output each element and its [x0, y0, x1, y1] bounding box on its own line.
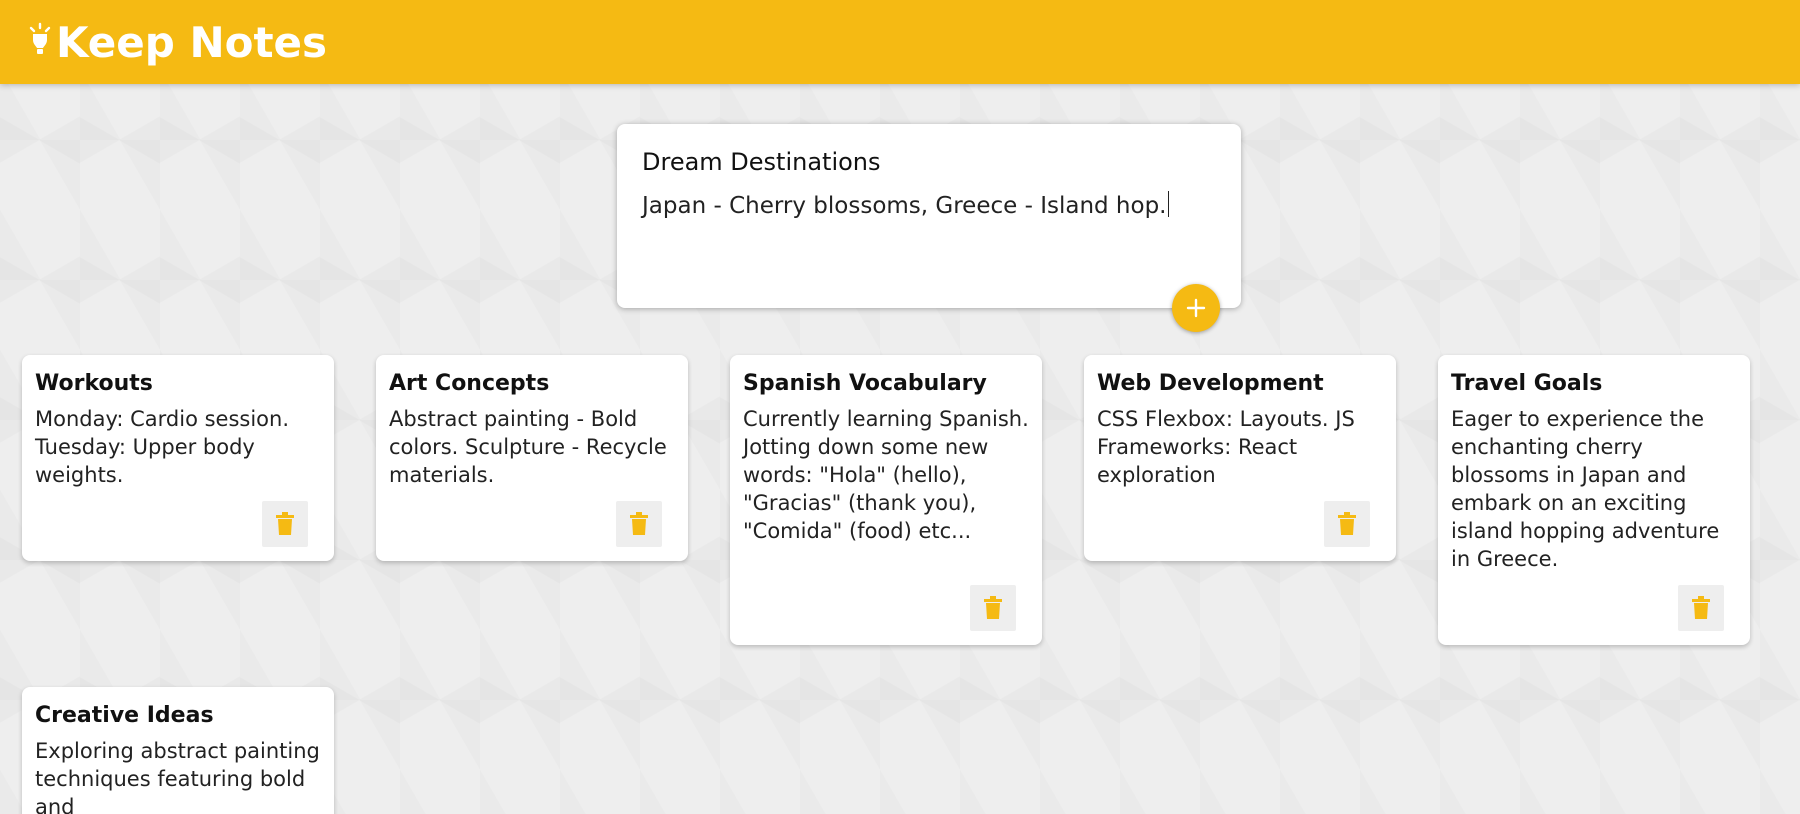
trash-icon	[275, 512, 295, 536]
note-title: Travel Goals	[1451, 371, 1603, 396]
note-title: Web Development	[1097, 371, 1324, 396]
note-content-text: Japan - Cherry blossoms, Greece - Island…	[642, 193, 1167, 219]
note-card: Travel Goals Eager to experience the enc…	[1438, 355, 1750, 645]
note-card: Workouts Monday: Cardio session. Tuesday…	[22, 355, 334, 561]
note-card: Spanish Vocabulary Currently learning Sp…	[730, 355, 1042, 645]
trash-icon	[1337, 512, 1357, 536]
trash-icon	[983, 596, 1003, 620]
note-content: Abstract painting - Bold colors. Sculptu…	[389, 407, 667, 487]
note-card: Art Concepts Abstract painting - Bold co…	[376, 355, 688, 561]
lightbulb-icon	[26, 22, 54, 62]
add-note-button[interactable]	[1172, 284, 1220, 332]
plus-icon	[1184, 296, 1208, 320]
create-note-form: Japan - Cherry blossoms, Greece - Island…	[617, 124, 1241, 308]
app-header: Keep Notes	[0, 0, 1800, 84]
note-content: CSS Flexbox: Layouts. JS Frameworks: Rea…	[1097, 407, 1355, 487]
delete-note-button[interactable]	[970, 585, 1016, 631]
trash-icon	[1691, 596, 1711, 620]
trash-icon	[629, 512, 649, 536]
note-content: Exploring abstract painting techniques f…	[35, 739, 320, 814]
note-card: Creative Ideas Exploring abstract painti…	[22, 687, 334, 814]
delete-note-button[interactable]	[1678, 585, 1724, 631]
note-content: Currently learning Spanish. Jotting down…	[743, 407, 1029, 543]
app-title: Keep Notes	[26, 18, 327, 67]
delete-note-button[interactable]	[262, 501, 308, 547]
note-title: Spanish Vocabulary	[743, 371, 987, 396]
delete-note-button[interactable]	[616, 501, 662, 547]
note-card: Web Development CSS Flexbox: Layouts. JS…	[1084, 355, 1396, 561]
delete-note-button[interactable]	[1324, 501, 1370, 547]
note-content-input[interactable]: Japan - Cherry blossoms, Greece - Island…	[642, 191, 1216, 281]
note-title: Workouts	[35, 371, 153, 396]
app-title-text: Keep Notes	[56, 17, 328, 67]
note-title: Creative Ideas	[35, 703, 214, 728]
text-cursor	[1167, 191, 1169, 217]
note-content: Monday: Cardio session. Tuesday: Upper b…	[35, 407, 290, 487]
note-title: Art Concepts	[389, 371, 550, 396]
note-content: Eager to experience the enchanting cherr…	[1451, 407, 1720, 571]
note-title-input[interactable]	[642, 146, 1216, 178]
